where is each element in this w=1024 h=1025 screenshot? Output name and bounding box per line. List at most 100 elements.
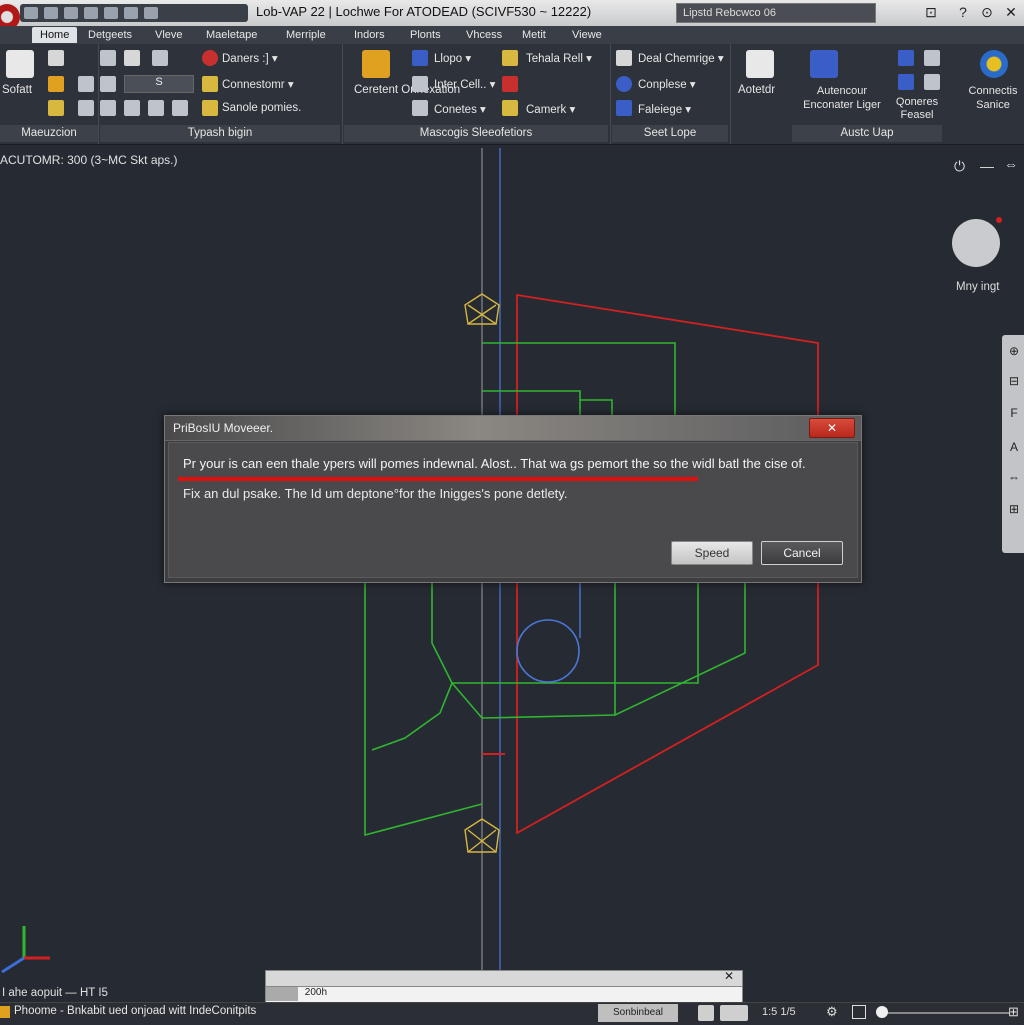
aotetdr-button[interactable]: Aotetdr (738, 84, 775, 96)
print-icon[interactable] (144, 7, 158, 19)
layer-manager-icon[interactable] (362, 50, 390, 78)
mirror-icon[interactable] (148, 100, 164, 116)
match-icon[interactable] (502, 100, 518, 116)
page-icon[interactable] (48, 50, 64, 66)
qoneres-button[interactable]: Qoneres Feasel (894, 96, 940, 122)
search-input[interactable]: Lipstd Rebcwco 06 (676, 3, 876, 23)
green-line-inner (482, 390, 581, 416)
green-line-left (364, 583, 483, 837)
faleiege-dropdown[interactable]: Faleiege ▾ (638, 102, 691, 116)
edit-icon[interactable] (502, 50, 518, 66)
deal-chemrige-dropdown[interactable]: Deal Chemrige ▾ (638, 51, 724, 65)
snap-toggle-icon[interactable] (720, 1005, 748, 1021)
fullscreen-icon[interactable]: ⊞ (1008, 1004, 1019, 1020)
command-close-icon[interactable]: ✕ (724, 969, 734, 983)
settings-icon[interactable]: ⊙ (976, 2, 998, 22)
connectis-button[interactable]: Connectis Sanice (964, 84, 1022, 112)
view-icon[interactable] (616, 100, 632, 116)
rotate-icon[interactable] (124, 100, 140, 116)
tab-plonts[interactable]: Plonts (410, 27, 441, 43)
zoom-icon[interactable]: ⊟ (1006, 374, 1022, 390)
style-dropdown[interactable]: S (124, 75, 194, 93)
showmotion-icon[interactable]: A (1006, 440, 1022, 456)
table-icon[interactable] (152, 50, 168, 66)
annotation-scale[interactable]: 1:5 1/5 (762, 1006, 796, 1018)
message-dialog: PriBosIU Moveeer. ✕ Pr your is can een t… (164, 415, 862, 583)
report-icon[interactable] (616, 50, 632, 66)
workspace-badge[interactable]: Sonbinbeal (598, 1004, 678, 1022)
list-icon[interactable] (78, 100, 94, 116)
close-window-icon[interactable]: ✕ (1000, 2, 1022, 22)
green-line-small (580, 399, 613, 416)
quick-access-toolbar[interactable] (20, 4, 248, 22)
save-icon[interactable] (64, 7, 78, 19)
tab-vleve[interactable]: Vleve (155, 27, 183, 43)
redo-icon[interactable] (124, 7, 138, 19)
camerk-dropdown[interactable]: Camerk ▾ (526, 102, 575, 116)
measure-icon[interactable] (746, 50, 774, 78)
tab-vhcess[interactable]: Vhcess (466, 27, 502, 43)
document-icon[interactable] (6, 50, 34, 78)
cancel-button[interactable]: Cancel (761, 541, 843, 565)
extents-icon[interactable]: ⊞ (1006, 502, 1022, 518)
camera-icon[interactable] (924, 74, 940, 90)
zoom-slider-thumb[interactable] (876, 1006, 888, 1018)
tab-home[interactable]: Home (32, 27, 78, 43)
insert-icon[interactable] (412, 76, 428, 92)
inter-cell-dropdown[interactable]: Inter Cell.. ▾ (434, 77, 495, 91)
llopo-dropdown[interactable]: Llopo ▾ (434, 51, 471, 65)
grid-toggle-icon[interactable] (698, 1005, 714, 1021)
open-icon[interactable] (44, 7, 58, 19)
connect-icon[interactable] (980, 50, 1008, 78)
speed-button[interactable]: Speed (671, 541, 753, 565)
grid-icon[interactable] (100, 50, 116, 66)
tab-indors[interactable]: Indors (354, 27, 385, 43)
clipboard-icon[interactable] (898, 50, 914, 66)
tab-metit[interactable]: Metit (522, 27, 546, 43)
utilities-icon[interactable] (810, 50, 838, 78)
restore-icon[interactable]: ⊡ (920, 2, 942, 22)
view-cube[interactable] (952, 219, 1000, 267)
folder-icon[interactable] (48, 76, 64, 92)
tab-detgeets[interactable]: Detgeets (88, 27, 132, 43)
trim-icon[interactable] (172, 100, 188, 116)
pan-icon[interactable]: ⊕ (1006, 344, 1022, 360)
dimension-icon[interactable] (202, 50, 218, 66)
layers-icon[interactable] (100, 76, 116, 92)
gear-icon[interactable]: ⚙ (826, 1004, 838, 1020)
group-icon[interactable] (898, 74, 914, 90)
zoom-slider-track[interactable] (880, 1012, 1010, 1014)
move-icon[interactable] (100, 100, 116, 116)
status-arrow-icon (0, 1006, 10, 1018)
conplese-dropdown[interactable]: Conplese ▾ (638, 77, 696, 91)
isolate-icon[interactable] (852, 1005, 866, 1019)
dialog-close-button[interactable]: ✕ (809, 418, 855, 438)
new-icon[interactable] (24, 7, 38, 19)
pin-icon[interactable] (48, 100, 64, 116)
monitor-icon[interactable] (412, 50, 428, 66)
conetes-dropdown[interactable]: Conetes ▾ (434, 102, 486, 116)
orbit-icon[interactable]: F (1006, 406, 1022, 422)
tab-merriple[interactable]: Merriple (286, 27, 326, 43)
pencil-icon[interactable] (78, 76, 94, 92)
tab-maeletape[interactable]: Maeletape (206, 27, 257, 43)
palette-icon[interactable] (924, 50, 940, 66)
globe-icon[interactable] (616, 76, 632, 92)
color-icon[interactable] (502, 76, 518, 92)
sofatt-button[interactable]: Sofatt (2, 84, 32, 96)
steering-icon[interactable]: ⇔ (1006, 470, 1022, 486)
annotate-icon[interactable] (202, 100, 218, 116)
text-style-icon[interactable] (202, 76, 218, 92)
tab-viewe[interactable]: Viewe (572, 27, 602, 43)
help-icon[interactable]: ? (952, 2, 974, 22)
copy-icon[interactable] (124, 50, 140, 66)
daners-dropdown[interactable]: Daners :] ▾ (222, 51, 278, 65)
sanole-pomies-dropdown[interactable]: Sanole pomies. (222, 102, 301, 114)
web-icon[interactable] (84, 7, 98, 19)
autencour-button[interactable]: Autencour Enconater Liger (794, 84, 890, 112)
undo-icon[interactable] (104, 7, 118, 19)
status-message: Phoome - Bnkabit ued onjoad witt IndeCon… (14, 1005, 257, 1017)
properties-icon[interactable] (412, 100, 428, 116)
connestomr-dropdown[interactable]: Connestomr ▾ (222, 77, 294, 91)
tehala-rell-dropdown[interactable]: Tehala Rell ▾ (526, 51, 592, 65)
